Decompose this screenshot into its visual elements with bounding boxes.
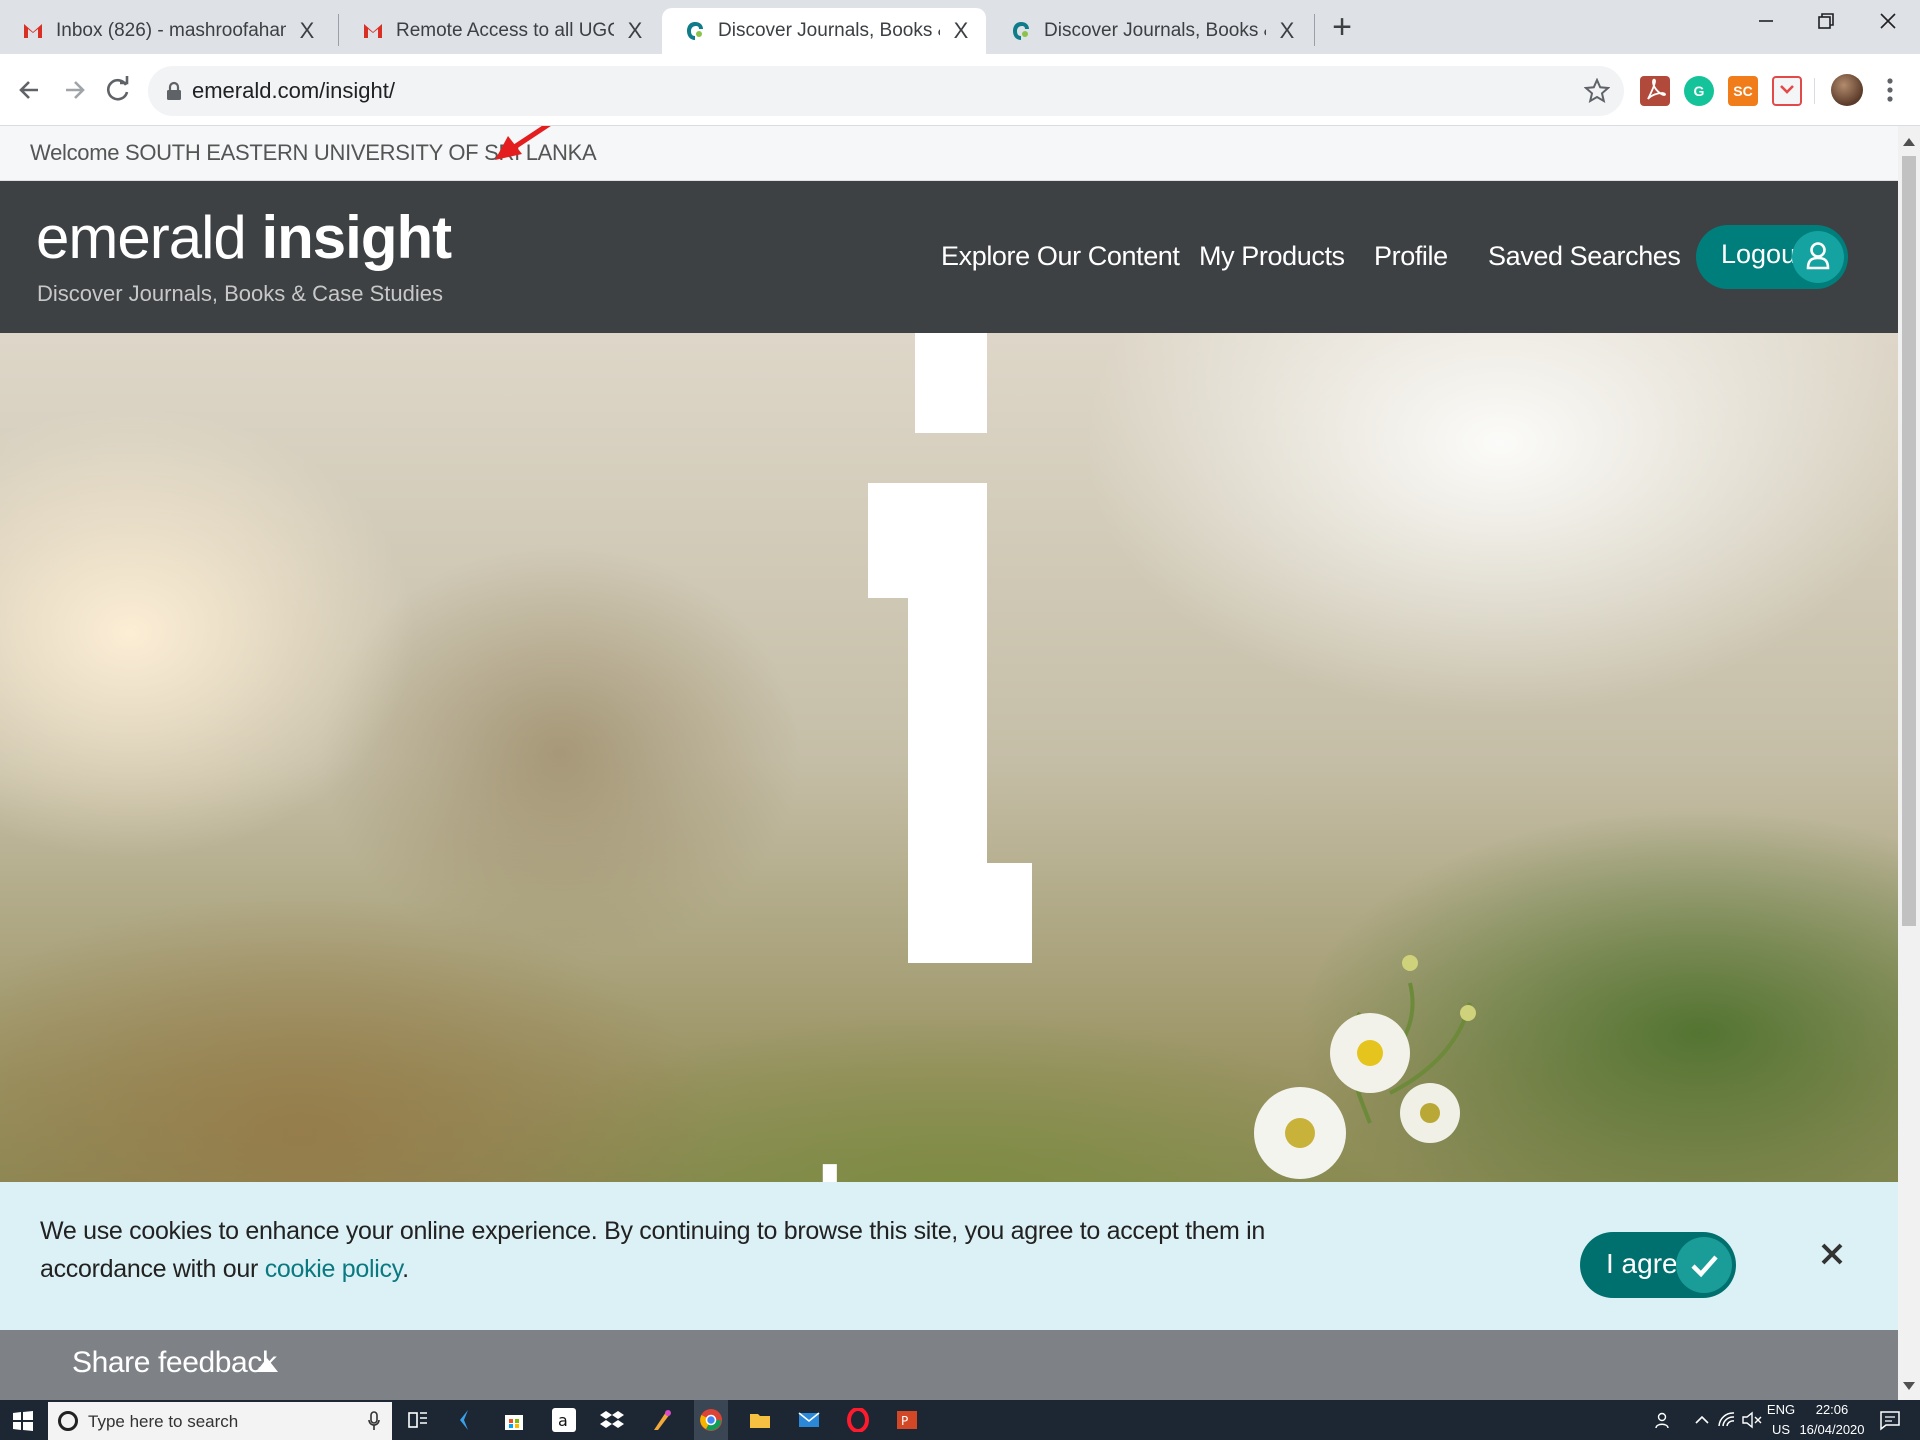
tab-close-icon[interactable]: X	[296, 18, 318, 44]
nav-saved-searches[interactable]: Saved Searches	[1488, 241, 1681, 272]
browser-toolbar: emerald.com/insight/ G SC	[0, 54, 1920, 126]
wifi-icon[interactable]	[1716, 1408, 1740, 1432]
lock-icon[interactable]	[162, 79, 186, 103]
show-hidden-icons-chevron-icon[interactable]	[1690, 1408, 1714, 1432]
taskbar-search-placeholder: Type here to search	[88, 1412, 239, 1431]
chrome-icon[interactable]	[699, 1408, 723, 1432]
red-annotation-arrow	[495, 126, 551, 160]
restore-icon[interactable]	[1796, 4, 1856, 44]
cookie-text: We use cookies to enhance your online ex…	[40, 1217, 1266, 1283]
share-feedback-label[interactable]: Share feedback	[72, 1346, 277, 1380]
tab-close-icon[interactable]: X	[950, 18, 972, 44]
emerald-icon	[687, 22, 703, 40]
emerald-icon	[1013, 22, 1029, 40]
tab-emerald-second[interactable]: Discover Journals, Books & Case X	[988, 8, 1312, 54]
gmail-icon	[364, 24, 382, 38]
file-explorer-icon[interactable]	[748, 1408, 772, 1432]
user-icon	[1792, 231, 1844, 283]
region-indicator[interactable]: US	[1764, 1422, 1798, 1437]
profile-avatar[interactable]	[1831, 74, 1863, 106]
checkmark-icon	[1676, 1237, 1732, 1293]
welcome-bar: Welcome SOUTH EASTERN UNIVERSITY OF SRI …	[0, 126, 1898, 181]
people-icon[interactable]	[1652, 1408, 1676, 1432]
microphone-icon[interactable]	[368, 1411, 380, 1431]
close-window-icon[interactable]	[1858, 4, 1918, 44]
scroll-down-arrow-icon[interactable]	[1903, 1382, 1915, 1390]
volume-muted-icon[interactable]	[1740, 1408, 1764, 1432]
tab-emerald-active[interactable]: Discover Journals, Books & Case X	[662, 8, 986, 54]
task-view-icon[interactable]	[406, 1408, 430, 1432]
gmail-icon	[24, 24, 42, 38]
amazon-icon[interactable]: a	[552, 1408, 576, 1432]
page-scrollbar[interactable]	[1898, 126, 1920, 1400]
close-cookie-banner-icon[interactable]	[1816, 1238, 1848, 1270]
i-agree-button[interactable]: I agree	[1580, 1232, 1736, 1298]
scrollbar-thumb[interactable]	[1902, 156, 1916, 926]
visual-studio-code-icon[interactable]	[454, 1408, 478, 1432]
back-arrow-icon[interactable]	[12, 72, 48, 108]
minimize-icon[interactable]	[1736, 4, 1796, 44]
cookie-message: We use cookies to enhance your online ex…	[40, 1212, 1360, 1288]
forward-arrow-icon[interactable]	[56, 72, 92, 108]
cookie-text-end: .	[402, 1255, 409, 1283]
reload-icon[interactable]	[100, 72, 136, 108]
tab-close-icon[interactable]: X	[624, 18, 646, 44]
emerald-insight-logo[interactable]: emerald insight	[36, 203, 452, 272]
more-menu-icon[interactable]	[1882, 72, 1898, 108]
svg-text:P: P	[901, 1414, 908, 1428]
tab-close-icon[interactable]: X	[1276, 18, 1298, 44]
hero-letter-i-graphic	[868, 333, 1032, 963]
site-header: emerald insight Discover Journals, Books…	[0, 181, 1898, 333]
nav-explore-our-content[interactable]: Explore Our Content	[941, 241, 1180, 272]
action-center-notification-icon[interactable]	[1878, 1408, 1902, 1432]
logo-tagline: Discover Journals, Books & Case Studies	[37, 281, 443, 306]
opera-icon[interactable]	[846, 1408, 870, 1432]
scholarcy-extension-icon[interactable]: SC	[1728, 76, 1758, 106]
url-text[interactable]: emerald.com/insight/	[192, 78, 395, 104]
clock-time[interactable]: 22:06	[1800, 1402, 1864, 1417]
tab-title: Discover Journals, Books & Case	[1044, 20, 1266, 41]
cortana-icon	[58, 1411, 78, 1431]
bookmark-star-icon[interactable]	[1584, 78, 1610, 104]
windows-start-icon[interactable]	[12, 1410, 34, 1432]
dropbox-icon[interactable]	[600, 1408, 624, 1432]
new-tab-button[interactable]: +	[1326, 10, 1358, 46]
logo-bold-text: insight	[261, 204, 452, 271]
grammarly-extension-icon[interactable]: G	[1684, 76, 1714, 106]
language-indicator[interactable]: ENG	[1764, 1402, 1798, 1417]
powerpoint-icon[interactable]: P	[895, 1408, 919, 1432]
logo-light-text: emerald	[36, 204, 247, 271]
tab-title: Discover Journals, Books & Case	[718, 20, 940, 41]
svg-text:a: a	[558, 1411, 568, 1430]
tab-divider	[338, 14, 339, 46]
web-page: Welcome SOUTH EASTERN UNIVERSITY OF SRI …	[0, 126, 1898, 1400]
logout-button[interactable]: Logout	[1696, 225, 1848, 289]
tab-title: Remote Access to all UGC Conso	[396, 20, 614, 41]
windows-taskbar: Type here to search a P ENG US 22:06 16/…	[0, 1400, 1920, 1440]
tab-divider	[1314, 14, 1315, 46]
cookie-banner: We use cookies to enhance your online ex…	[0, 1182, 1898, 1330]
expand-up-icon[interactable]	[256, 1358, 278, 1372]
tab-ugc-remote-access[interactable]: Remote Access to all UGC Conso X	[340, 8, 660, 54]
pocket-extension-icon[interactable]	[1772, 76, 1802, 106]
scroll-up-arrow-icon[interactable]	[1903, 138, 1915, 146]
tab-strip: Inbox (826) - mashroofahameem X Remote A…	[0, 0, 1920, 54]
feedback-bar[interactable]: Share feedback	[0, 1330, 1898, 1400]
mail-app-icon[interactable]	[797, 1408, 821, 1432]
microsoft-store-icon[interactable]	[502, 1408, 526, 1432]
nav-my-products[interactable]: My Products	[1199, 241, 1345, 272]
address-bar[interactable]: emerald.com/insight/	[148, 66, 1624, 116]
tab-title: Inbox (826) - mashroofahameem	[56, 20, 286, 41]
acrobat-extension-icon[interactable]	[1640, 76, 1670, 106]
clock-date[interactable]: 16/04/2020	[1796, 1422, 1868, 1437]
nav-profile[interactable]: Profile	[1374, 241, 1448, 272]
tab-gmail-inbox[interactable]: Inbox (826) - mashroofahameem X	[0, 8, 332, 54]
cookie-policy-link[interactable]: cookie policy	[265, 1255, 403, 1283]
taskbar-search-box[interactable]: Type here to search	[48, 1402, 392, 1440]
toolbar-divider	[1814, 78, 1815, 104]
paint-app-icon[interactable]	[650, 1408, 674, 1432]
